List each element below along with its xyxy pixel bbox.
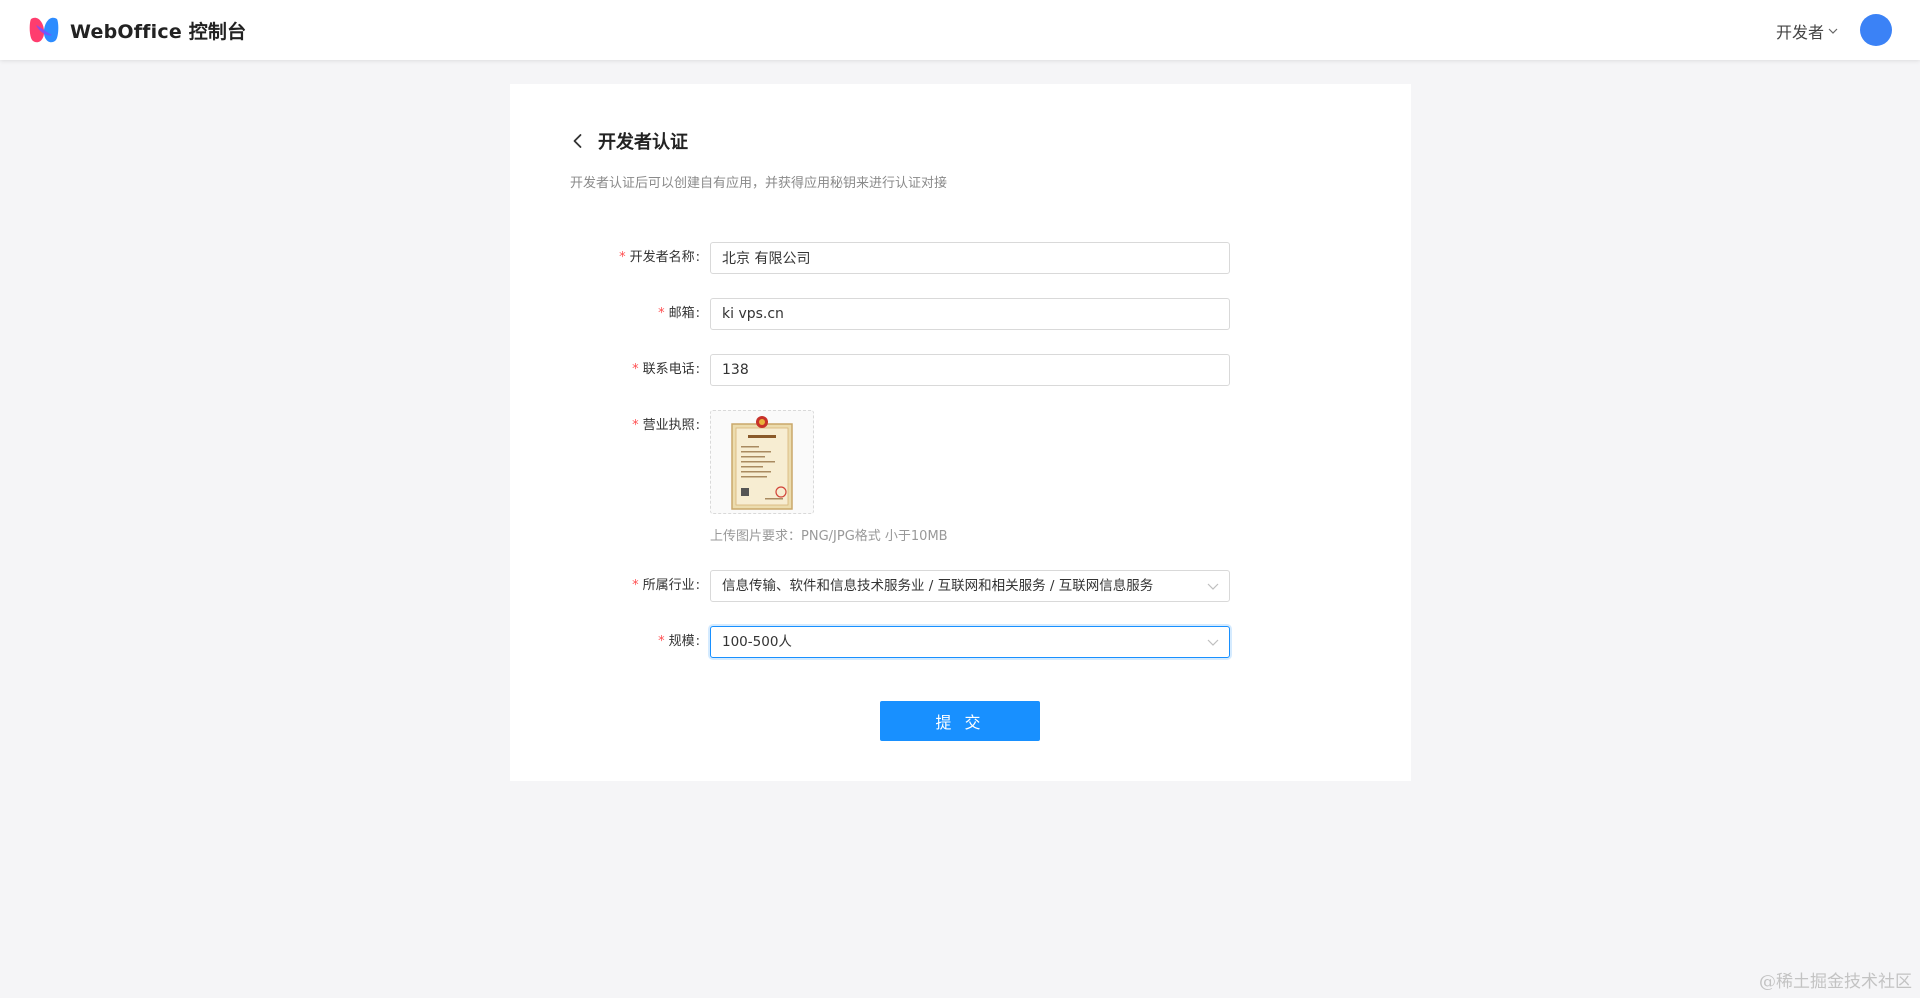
page-header: 开发者认证	[570, 128, 688, 154]
user-role-label: 开发者	[1775, 23, 1824, 42]
form-row-email: * 邮箱:	[570, 298, 1330, 330]
upload-hint: 上传图片要求：PNG/JPG格式 小于10MB	[710, 529, 948, 544]
chevron-down-icon	[1207, 639, 1219, 646]
email-field[interactable]	[710, 298, 1230, 330]
form-row-phone: * 联系电话:	[570, 354, 1330, 386]
watermark: @稀土掘金技术社区	[1759, 972, 1912, 992]
developer-name-input[interactable]	[710, 242, 1230, 274]
chevron-down-icon	[1207, 583, 1219, 590]
scale-label: * 规模:	[658, 634, 700, 649]
phone-input[interactable]	[710, 354, 1230, 386]
user-role-menu[interactable]: 开发者	[1776, 19, 1838, 43]
phone-label: * 联系电话:	[632, 362, 700, 377]
business-license-label: * 营业执照:	[632, 418, 700, 433]
form-row-industry: * 所属行业: 信息传输、软件和信息技术服务业 / 互联网和相关服务 / 互联网信…	[570, 570, 1330, 602]
app-name: WebOffice 控制台	[70, 20, 247, 43]
industry-select[interactable]: 信息传输、软件和信息技术服务业 / 互联网和相关服务 / 互联网信息服务	[710, 570, 1230, 602]
page-title: 开发者认证	[598, 132, 688, 153]
scale-value: 100-500人	[722, 634, 792, 650]
app-logo-icon	[29, 17, 59, 43]
license-image	[731, 416, 793, 510]
submit-button[interactable]: 提 交	[880, 701, 1040, 741]
avatar[interactable]	[1860, 14, 1892, 46]
industry-label: * 所属行业:	[632, 578, 700, 593]
form-row-business-license: * 营业执照: 上传图片要求：PNG/JPG格式 小于10MB	[570, 410, 1330, 550]
form-row-scale: * 规模: 100-500人	[570, 626, 1330, 658]
chevron-down-icon	[1828, 28, 1838, 34]
page-subtitle: 开发者认证后可以创建自有应用，并获得应用秘钥来进行认证对接	[570, 176, 948, 191]
industry-value: 信息传输、软件和信息技术服务业 / 互联网和相关服务 / 互联网信息服务	[722, 578, 1154, 594]
developer-auth-card: 开发者认证 开发者认证后可以创建自有应用，并获得应用秘钥来进行认证对接 * 开发者…	[510, 84, 1411, 781]
developer-name-label: * 开发者名称:	[619, 250, 700, 265]
scale-select[interactable]: 100-500人	[710, 626, 1230, 658]
back-arrow-icon[interactable]	[570, 133, 586, 149]
form-row-developer-name: * 开发者名称:	[570, 242, 1330, 274]
license-upload[interactable]	[710, 410, 814, 514]
top-bar: WebOffice 控制台 开发者	[0, 0, 1920, 60]
email-label: * 邮箱:	[658, 306, 700, 321]
brand[interactable]: WebOffice 控制台	[28, 15, 246, 45]
